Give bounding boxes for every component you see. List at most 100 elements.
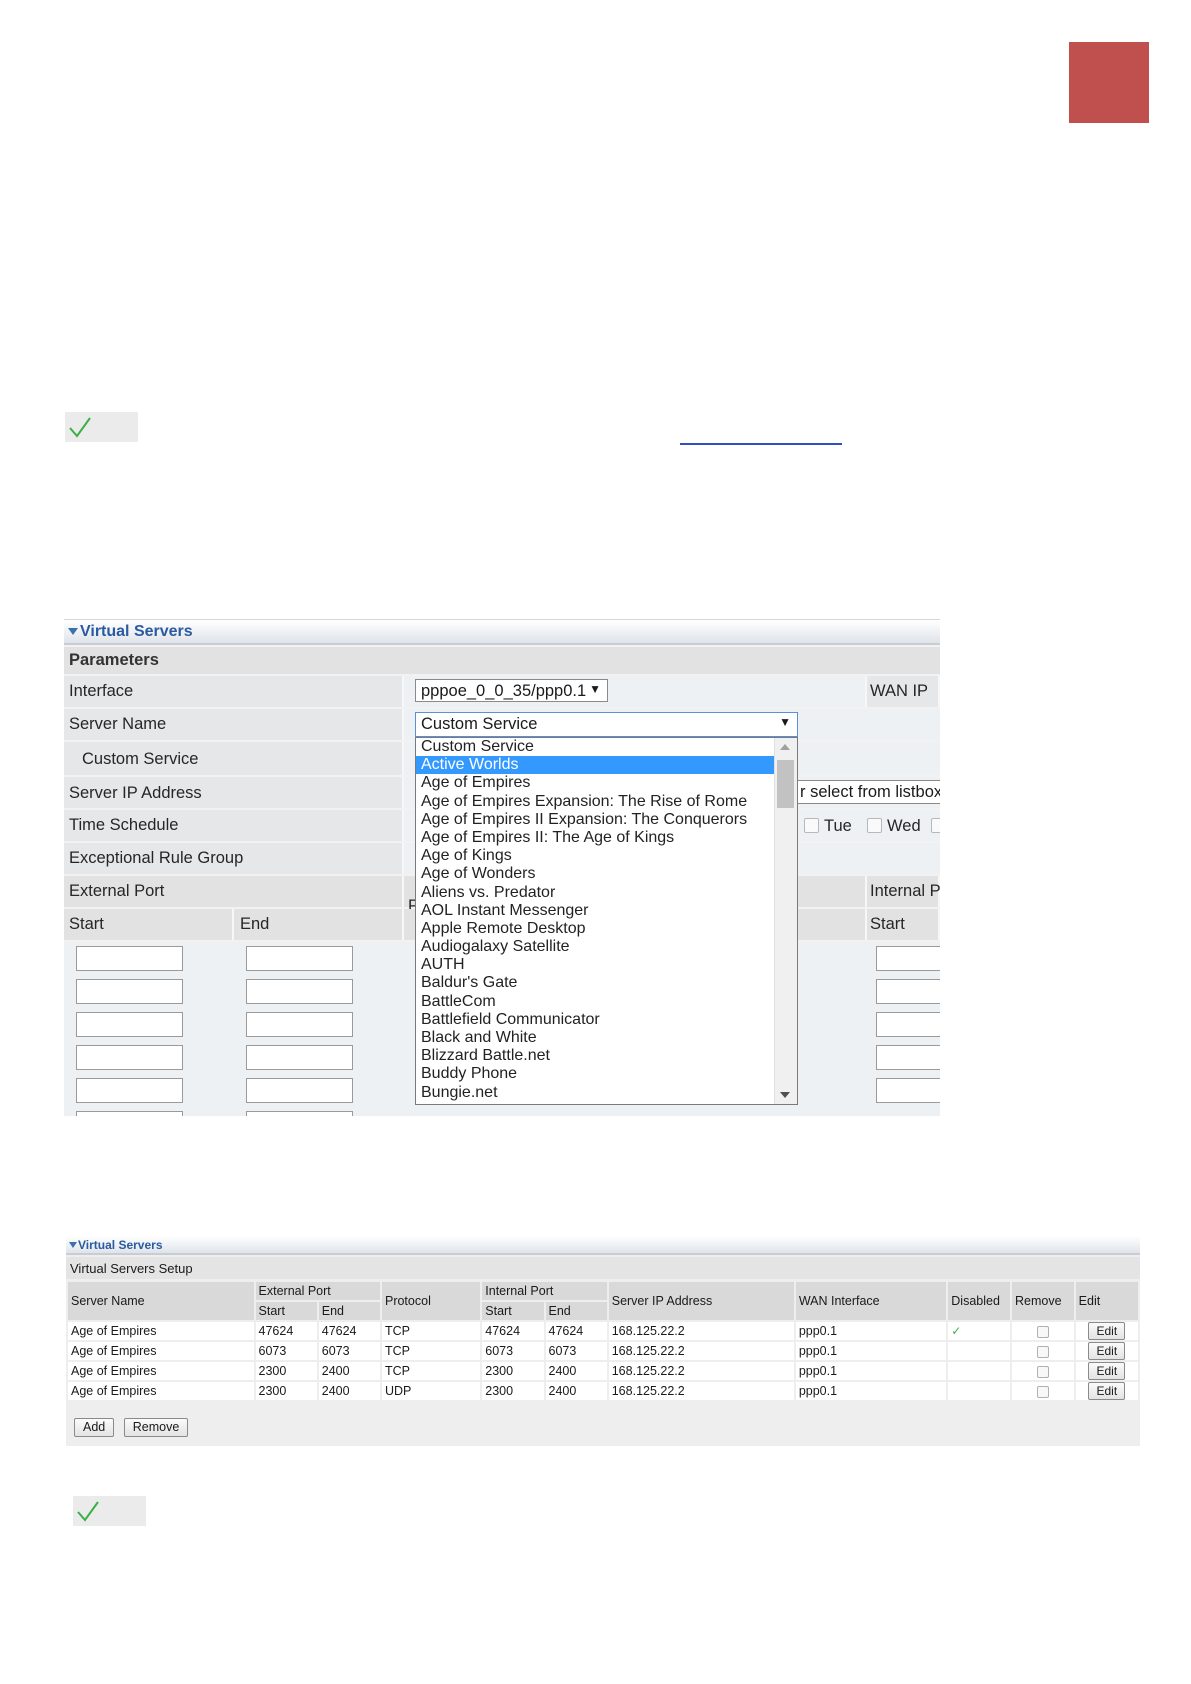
dropdown-option[interactable]: Age of Empires Expansion: The Rise of Ro…: [416, 793, 797, 811]
external-end-input[interactable]: [246, 1078, 353, 1103]
remove-checkbox[interactable]: [1036, 1345, 1049, 1358]
start-label: Start: [69, 915, 104, 933]
cell-protocol: TCP: [381, 1362, 481, 1380]
dropdown-option[interactable]: Age of Empires II: The Age of Kings: [416, 829, 797, 847]
interface-select-value: pppoe_0_0_35/ppp0.1: [421, 682, 587, 700]
cell-wan: ppp0.1: [795, 1382, 947, 1400]
external-end-input[interactable]: [246, 1012, 353, 1037]
server-name-dropdown-list[interactable]: Custom Service Active Worlds Age of Empire…: [415, 737, 798, 1105]
cell-remove: [1012, 1382, 1074, 1400]
cell-server-name: Age of Empires: [68, 1382, 254, 1400]
wed-checkbox[interactable]: [867, 818, 882, 833]
external-start-input[interactable]: [76, 1111, 183, 1116]
dropdown-option[interactable]: Age of Wonders: [416, 865, 797, 883]
internal-start-input[interactable]: [876, 979, 940, 1004]
dropdown-option[interactable]: BattleCom: [416, 993, 797, 1011]
cell-ext-end: 6073: [318, 1342, 380, 1360]
cell-wan: ppp0.1: [795, 1322, 947, 1340]
col-disabled: Disabled: [948, 1282, 1010, 1320]
col-server-name: Server Name: [68, 1282, 254, 1320]
scrollbar-thumb[interactable]: [777, 760, 794, 808]
dropdown-option[interactable]: Blizzard Battle.net: [416, 1047, 797, 1065]
cell-ext-end: 2400: [318, 1382, 380, 1400]
dropdown-option[interactable]: Active Worlds: [416, 756, 797, 775]
dropdown-option[interactable]: Apple Remote Desktop: [416, 920, 797, 938]
cell-int-end: 47624: [545, 1322, 607, 1340]
internal-port-label: Internal P: [870, 882, 940, 900]
server-name-select[interactable]: Custom Service ▼: [415, 712, 798, 737]
dropdown-option[interactable]: Aliens vs. Predator: [416, 884, 797, 902]
external-end-input[interactable]: [246, 946, 353, 971]
external-start-input[interactable]: [76, 1012, 183, 1037]
interface-select[interactable]: pppoe_0_0_35/ppp0.1 ▼: [415, 679, 608, 702]
remove-checkbox[interactable]: [1036, 1365, 1049, 1378]
internal-start-input[interactable]: [876, 946, 940, 971]
dropdown-option[interactable]: Age of Empires II Expansion: The Conquer…: [416, 811, 797, 829]
internal-start-input[interactable]: [876, 1012, 940, 1037]
scroll-down-icon[interactable]: [780, 1092, 790, 1098]
thu-checkbox[interactable]: [931, 818, 940, 833]
cell-server-ip: 168.125.22.2: [608, 1362, 794, 1380]
link-underline[interactable]: [680, 443, 842, 445]
cell-disabled: ✓: [948, 1322, 1010, 1340]
add-button[interactable]: Add: [74, 1418, 115, 1437]
remove-checkbox[interactable]: [1036, 1385, 1049, 1398]
tue-label: Tue: [824, 817, 852, 835]
cell-remove: [1012, 1322, 1074, 1340]
setup-label: Virtual Servers Setup: [70, 1261, 193, 1276]
dropdown-scrollbar[interactable]: [774, 738, 797, 1104]
internal-start-label: Start: [870, 915, 905, 933]
dropdown-option[interactable]: Audiogalaxy Satellite: [416, 938, 797, 956]
remove-button[interactable]: Remove: [123, 1418, 189, 1437]
collapse-triangle-icon[interactable]: [69, 1242, 77, 1248]
cell-ext-start: 2300: [255, 1382, 317, 1400]
panel-header[interactable]: Virtual Servers: [66, 1236, 1140, 1255]
dropdown-option[interactable]: Bungie.net: [416, 1084, 797, 1102]
dropdown-option[interactable]: Age of Kings: [416, 847, 797, 865]
table-actions: Add Remove: [74, 1418, 194, 1437]
external-start-input[interactable]: [76, 1045, 183, 1070]
edit-button[interactable]: Edit: [1088, 1322, 1126, 1340]
dropdown-option[interactable]: Custom Service: [416, 738, 797, 756]
external-end-input[interactable]: [246, 979, 353, 1004]
dropdown-option[interactable]: AUTH: [416, 956, 797, 974]
collapse-triangle-icon[interactable]: [68, 628, 78, 635]
tue-checkbox[interactable]: [804, 818, 819, 833]
dropdown-option[interactable]: Battlefield Communicator: [416, 1011, 797, 1029]
cell-ext-end: 47624: [318, 1322, 380, 1340]
edit-button[interactable]: Edit: [1088, 1382, 1126, 1400]
external-start-input[interactable]: [76, 979, 183, 1004]
checkmark-icon: [77, 1501, 99, 1522]
external-start-input[interactable]: [76, 946, 183, 971]
internal-start-input[interactable]: [876, 1078, 940, 1103]
edit-button[interactable]: Edit: [1088, 1362, 1126, 1380]
setup-bar: Virtual Servers Setup: [66, 1257, 1140, 1279]
external-end-input[interactable]: [246, 1111, 353, 1116]
server-ip-hint-field[interactable]: r select from listbox: [794, 780, 940, 804]
cell-wan: ppp0.1: [795, 1362, 947, 1380]
table-row: Age of Empires 2300 2400 TCP 2300 2400 1…: [68, 1362, 1138, 1380]
cell-server-name: Age of Empires: [68, 1322, 254, 1340]
cell-ext-start: 2300: [255, 1362, 317, 1380]
cell-ext-start: 6073: [255, 1342, 317, 1360]
dropdown-option[interactable]: Buddy Phone: [416, 1065, 797, 1083]
dropdown-option[interactable]: AOL Instant Messenger: [416, 902, 797, 920]
panel-header[interactable]: Virtual Servers: [64, 619, 940, 645]
remove-checkbox[interactable]: [1036, 1325, 1049, 1338]
internal-start-input[interactable]: [876, 1045, 940, 1070]
scroll-up-icon[interactable]: [780, 744, 790, 750]
server-name-select-value: Custom Service: [421, 715, 538, 733]
cell-int-start: 47624: [482, 1322, 544, 1340]
cell-server-ip: 168.125.22.2: [608, 1322, 794, 1340]
cell-ext-start: 47624: [255, 1322, 317, 1340]
edit-button[interactable]: Edit: [1088, 1342, 1126, 1360]
dropdown-option[interactable]: Baldur's Gate: [416, 974, 797, 992]
time-schedule-label: Time Schedule: [69, 816, 179, 834]
external-end-input[interactable]: [246, 1045, 353, 1070]
dropdown-option[interactable]: Black and White: [416, 1029, 797, 1047]
external-start-input[interactable]: [76, 1078, 183, 1103]
wan-ip-label: WAN IP: [870, 682, 929, 700]
dropdown-option[interactable]: Age of Empires: [416, 774, 797, 792]
cell-disabled: [948, 1342, 1010, 1360]
cell-int-end: 2400: [545, 1382, 607, 1400]
